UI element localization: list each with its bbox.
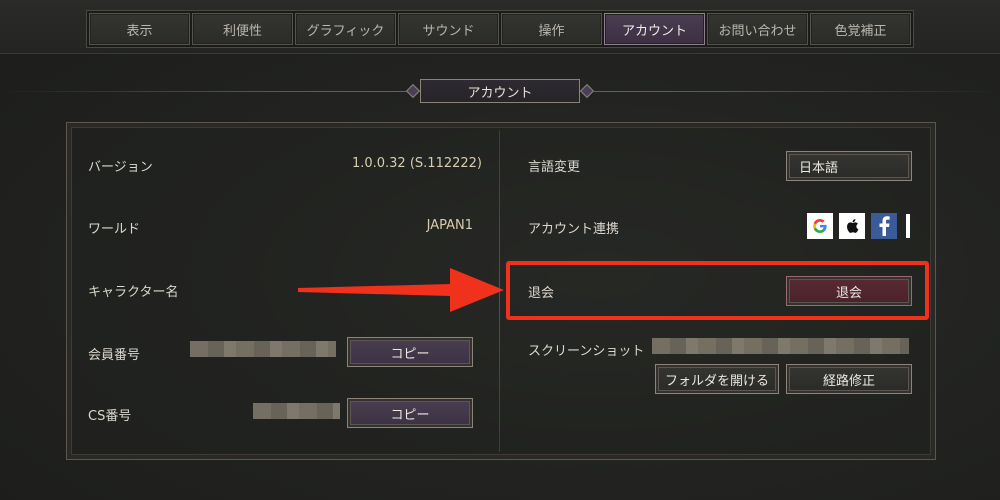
tab-bar: 表示 利便性 グラフィック サウンド 操作 アカウント お問い合わせ 色覚補正 (0, 0, 1000, 54)
settings-tabs: 表示 利便性 グラフィック サウンド 操作 アカウント お問い合わせ 色覚補正 (86, 10, 914, 48)
open-folder-button[interactable]: フォルダを開ける (655, 364, 779, 394)
tab-controls[interactable]: 操作 (501, 13, 602, 45)
language-label: 言語変更 (528, 160, 581, 175)
more-accounts-indicator (906, 214, 910, 238)
cs-number-redacted (253, 403, 340, 419)
screenshot-label: スクリーンショット (528, 344, 645, 359)
version-label: バージョン (88, 160, 153, 175)
section-rule-left (0, 91, 460, 92)
ornament-right-icon (579, 83, 595, 99)
world-value: JAPAN1 (426, 218, 473, 233)
ornament-left-icon (405, 83, 421, 99)
world-label: ワールド (88, 222, 141, 237)
cs-copy-button[interactable]: コピー (347, 398, 473, 428)
tab-contact[interactable]: お問い合わせ (707, 13, 808, 45)
facebook-icon[interactable] (871, 213, 897, 239)
tab-graphics[interactable]: グラフィック (295, 13, 396, 45)
withdraw-highlight-box (506, 261, 929, 320)
tab-color-correction[interactable]: 色覚補正 (810, 13, 911, 45)
google-icon[interactable] (807, 213, 833, 239)
version-value: 1.0.0.32 (S.112222) (351, 156, 482, 171)
tab-convenience[interactable]: 利便性 (192, 13, 293, 45)
character-name-label: キャラクター名 (88, 285, 179, 300)
apple-icon[interactable] (839, 213, 865, 239)
tab-sound[interactable]: サウンド (398, 13, 499, 45)
screenshot-path-redacted (652, 338, 909, 354)
tab-account[interactable]: アカウント (604, 13, 705, 45)
section-rule-right (540, 91, 1000, 92)
member-number-redacted (190, 341, 336, 357)
tab-display[interactable]: 表示 (89, 13, 190, 45)
language-select[interactable]: 日本語 (786, 151, 912, 181)
section-title: アカウント (420, 79, 580, 103)
fix-path-button[interactable]: 経路修正 (786, 364, 912, 394)
member-copy-button[interactable]: コピー (347, 337, 473, 367)
cs-number-label: CS番号 (88, 409, 132, 424)
account-link-label: アカウント連携 (528, 222, 620, 237)
member-number-label: 会員番号 (88, 348, 141, 363)
pointer-arrow-icon (298, 268, 504, 312)
